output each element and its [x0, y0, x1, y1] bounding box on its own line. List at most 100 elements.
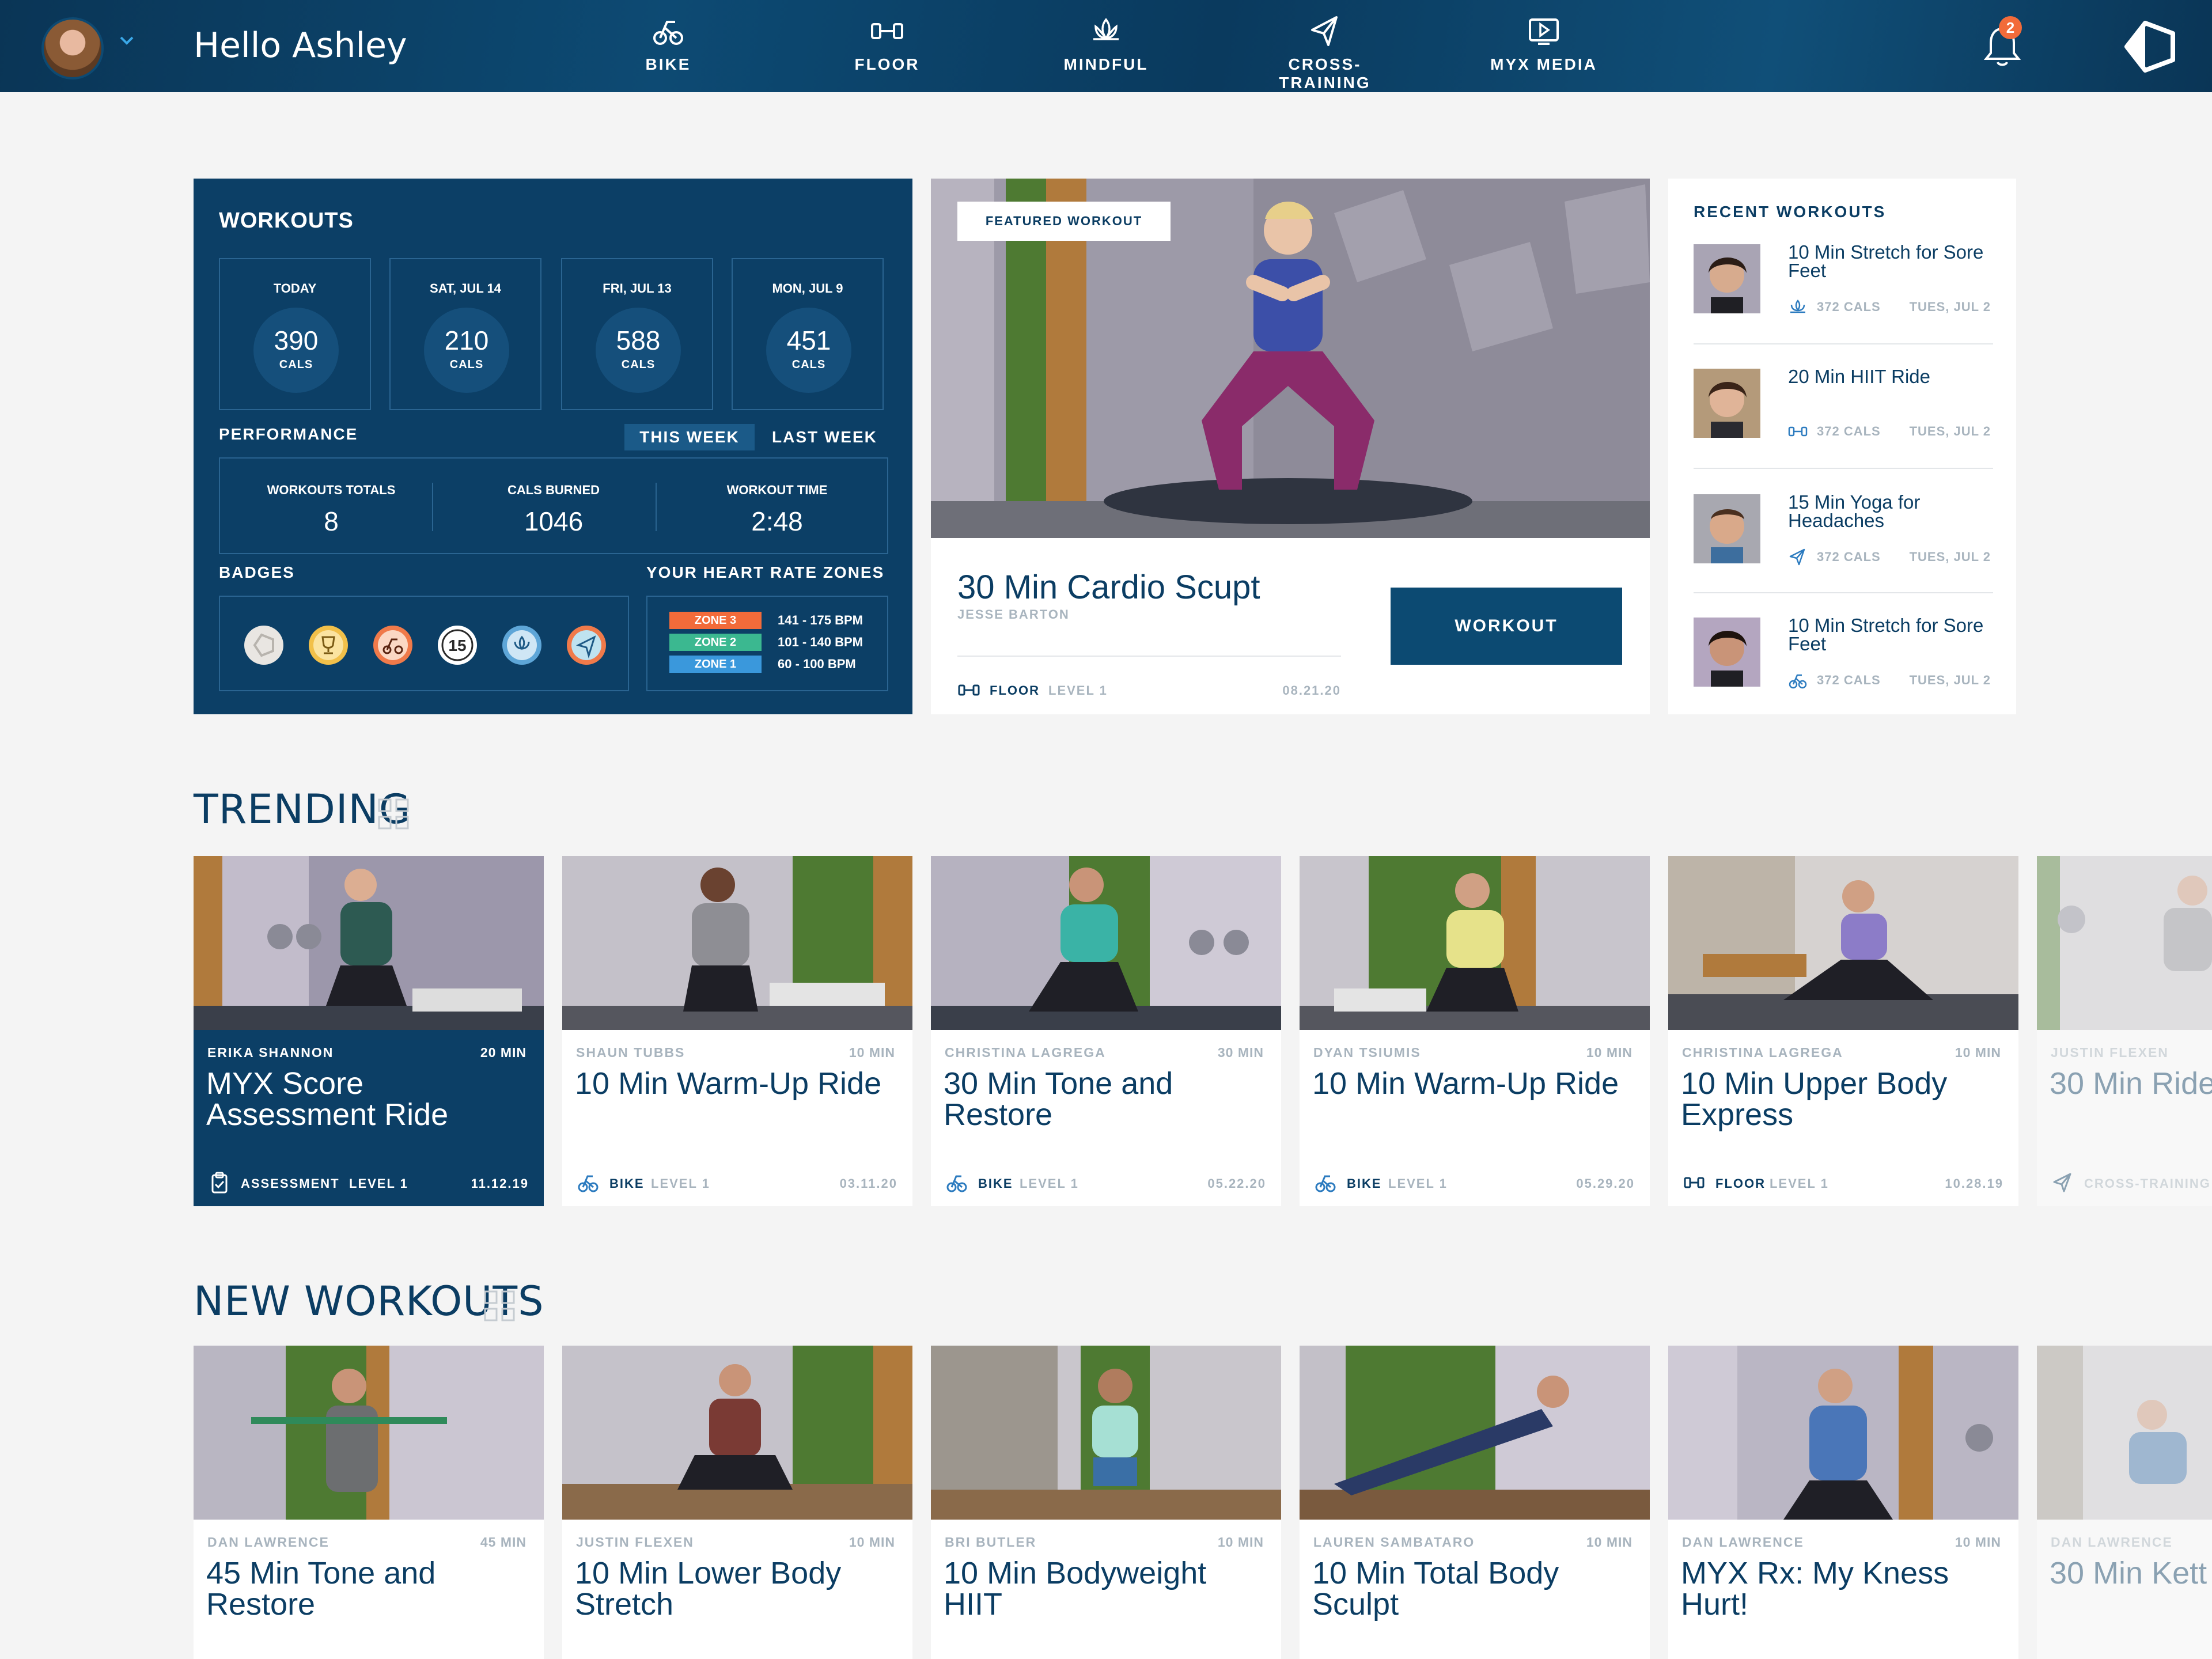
- card-category: BIKE: [609, 1176, 645, 1191]
- workout-button[interactable]: WORKOUT: [1391, 588, 1622, 665]
- lotus-icon: [1790, 299, 1805, 313]
- workout-card[interactable]: JUSTIN FLEXEN 10 MIN 10 Min Lower Body S…: [562, 1346, 912, 1659]
- featured-meta: FLOOR LEVEL 1 08.21.20: [957, 679, 1341, 702]
- card-duration: 10 MIN: [1586, 1045, 1633, 1060]
- cal-circle: 390 CALS: [253, 308, 339, 393]
- recent-item[interactable]: 20 Min HIIT Ride 372 CALS TUES, JUL 2: [1694, 366, 1993, 467]
- featured-category: FLOOR: [990, 683, 1040, 698]
- nav-floor[interactable]: FLOOR: [818, 13, 956, 74]
- nav-mindful[interactable]: MINDFUL: [1037, 13, 1175, 74]
- user-avatar[interactable]: [41, 17, 104, 79]
- card-trainer: JUSTIN FLEXEN: [576, 1535, 694, 1550]
- card-duration: 45 MIN: [480, 1535, 527, 1550]
- card-duration: 10 MIN: [849, 1045, 895, 1060]
- card-title: 10 Min Total Body Sculpt: [1312, 1556, 1559, 1622]
- trainer-thumbnail: [1694, 494, 1760, 563]
- featured-title[interactable]: 30 Min Cardio Scupt: [957, 568, 1260, 607]
- recent-item[interactable]: 10 Min Stretch for Sore Feet 372 CALS TU…: [1694, 615, 1993, 715]
- card-meta: BIKE LEVEL 1 05.22.20: [946, 1172, 1266, 1195]
- card-trainer: LAUREN SAMBATARO: [1313, 1535, 1475, 1550]
- cal-value: 588: [616, 325, 661, 355]
- card-category: BIKE: [978, 1176, 1013, 1191]
- top-nav: Hello Ashley BIKE FLOOR MINDFUL CROSS-TR…: [0, 0, 2212, 92]
- day-card[interactable]: MON, JUL 9 451 CALS: [732, 258, 884, 410]
- recent-item-name: 10 Min Stretch for Sore Feet: [1788, 615, 1984, 654]
- trophy-badge-icon[interactable]: [308, 624, 349, 666]
- card-trainer: SHAUN TUBBS: [576, 1045, 685, 1060]
- nav-bike[interactable]: BIKE: [599, 13, 737, 74]
- clipboard-icon: [211, 1172, 228, 1194]
- recent-item-date: TUES, JUL 2: [1909, 300, 1991, 314]
- recent-item[interactable]: 15 Min Yoga for Headaches 372 CALS TUES,…: [1694, 493, 1993, 592]
- lotus-badge-icon[interactable]: [501, 624, 543, 666]
- card-meta: BIKE LEVEL 1 03.11.20: [577, 1172, 897, 1195]
- recent-item[interactable]: 10 Min Stretch for Sore Feet 372 CALS TU…: [1694, 243, 1993, 342]
- card-meta: CROSS-TRAINING: [2052, 1172, 2212, 1195]
- logo-badge-icon[interactable]: [243, 624, 285, 666]
- bike-icon: [1315, 1175, 1336, 1192]
- workout-card[interactable]: LAUREN SAMBATARO 10 MIN 10 Min Total Bod…: [1300, 1346, 1650, 1659]
- workout-card[interactable]: JUSTIN FLEXEN 30 Min Ride Restore CROSS-…: [2037, 856, 2212, 1206]
- card-duration: 10 MIN: [1955, 1535, 2001, 1550]
- card-trainer: DYAN TSIUMIS: [1313, 1045, 1421, 1060]
- recent-item-name: 20 Min HIIT Ride: [1788, 366, 1930, 387]
- cal-value: 451: [786, 325, 831, 355]
- nav-myx-media[interactable]: MYX MEDIA: [1475, 13, 1613, 74]
- tab-last-week[interactable]: LAST WEEK: [772, 424, 877, 450]
- myx-logo[interactable]: [2122, 21, 2177, 73]
- fifteen-badge-icon[interactable]: 15: [437, 624, 478, 666]
- featured-workout-card[interactable]: FEATURED WORKOUT 30 Min Cardio Scupt JES…: [931, 179, 1650, 714]
- workout-card[interactable]: CHRISTINA LAGREGA 10 MIN 10 Min Upper Bo…: [1668, 856, 2018, 1206]
- stat-value: 1046: [524, 506, 584, 536]
- workout-card[interactable]: CHRISTINA LAGREGA 30 MIN 30 Min Tone and…: [931, 856, 1281, 1206]
- card-date: 11.12.19: [471, 1176, 529, 1191]
- featured-level: LEVEL 1: [1048, 683, 1108, 698]
- stat-label: CALS BURNED: [507, 483, 600, 497]
- greeting: Hello Ashley: [194, 25, 407, 66]
- divider: [432, 483, 433, 531]
- nav-label-mindful: MINDFUL: [1063, 55, 1149, 73]
- card-level: LEVEL 1: [651, 1176, 710, 1191]
- featured-date: 08.21.20: [1282, 683, 1341, 698]
- workout-card[interactable]: SHAUN TUBBS 10 MIN 10 Min Warm-Up Ride B…: [562, 856, 912, 1206]
- chevron-down-icon[interactable]: [119, 32, 135, 48]
- card-title: 10 Min Lower Body Stretch: [575, 1556, 842, 1622]
- day-label: FRI, JUL 13: [603, 281, 672, 296]
- card-date: 03.11.20: [839, 1176, 897, 1191]
- card-duration: 10 MIN: [1955, 1045, 2001, 1060]
- workout-card[interactable]: DAN LAWRENCE 30 Min Kett: [2037, 1346, 2212, 1659]
- workout-card[interactable]: BRI BUTLER 10 MIN 10 Min Bodyweight HIIT: [931, 1346, 1281, 1659]
- tab-this-week[interactable]: THIS WEEK: [624, 424, 755, 450]
- stat-value: 8: [324, 506, 339, 536]
- card-meta: FLOOR LEVEL 1 10.28.19: [1683, 1172, 2003, 1195]
- card-title: MYX Score Assessment Ride: [206, 1066, 449, 1132]
- grid-view-icon[interactable]: [484, 1290, 515, 1321]
- cal-circle: 210 CALS: [424, 308, 509, 393]
- heart-rate-label: YOUR HEART RATE ZONES: [646, 563, 885, 581]
- cal-value: 210: [444, 325, 489, 355]
- day-card[interactable]: FRI, JUL 13 588 CALS: [561, 258, 713, 410]
- triangle-icon: [2053, 1173, 2071, 1192]
- card-category: FLOOR: [1715, 1176, 1766, 1191]
- day-card[interactable]: SAT, JUL 14 210 CALS: [389, 258, 541, 410]
- workout-card[interactable]: DAN LAWRENCE 10 MIN MYX Rx: My Kness Hur…: [1668, 1346, 2018, 1659]
- dumbbell-icon: [1684, 1177, 1705, 1188]
- workout-card[interactable]: DYAN TSIUMIS 10 MIN 10 Min Warm-Up Ride …: [1300, 856, 1650, 1206]
- grid-view-icon[interactable]: [378, 798, 409, 830]
- workouts-title: WORKOUTS: [219, 209, 354, 233]
- day-card[interactable]: TODAY 390 CALS: [219, 258, 371, 410]
- bike-icon: [946, 1175, 967, 1192]
- triangle-badge-icon[interactable]: [566, 624, 607, 666]
- zone-3-range: 141 - 175 BPM: [778, 613, 863, 627]
- recent-item-date: TUES, JUL 2: [1909, 673, 1991, 687]
- cal-unit: CALS: [449, 358, 484, 371]
- play-icon: [1529, 18, 1559, 45]
- svg-text:15: 15: [448, 637, 466, 654]
- card-category: ASSESSMENT: [241, 1176, 340, 1191]
- card-trainer: CHRISTINA LAGREGA: [945, 1045, 1106, 1060]
- nav-cross-training[interactable]: CROSS-TRAINING: [1256, 13, 1394, 92]
- workout-card[interactable]: ERIKA SHANNON 20 MIN MYX Score Assessmen…: [194, 856, 544, 1206]
- triangle-icon: [1311, 16, 1338, 46]
- bike-badge-icon[interactable]: [372, 624, 414, 666]
- workout-card[interactable]: DAN LAWRENCE 45 MIN 45 Min Tone and Rest…: [194, 1346, 544, 1659]
